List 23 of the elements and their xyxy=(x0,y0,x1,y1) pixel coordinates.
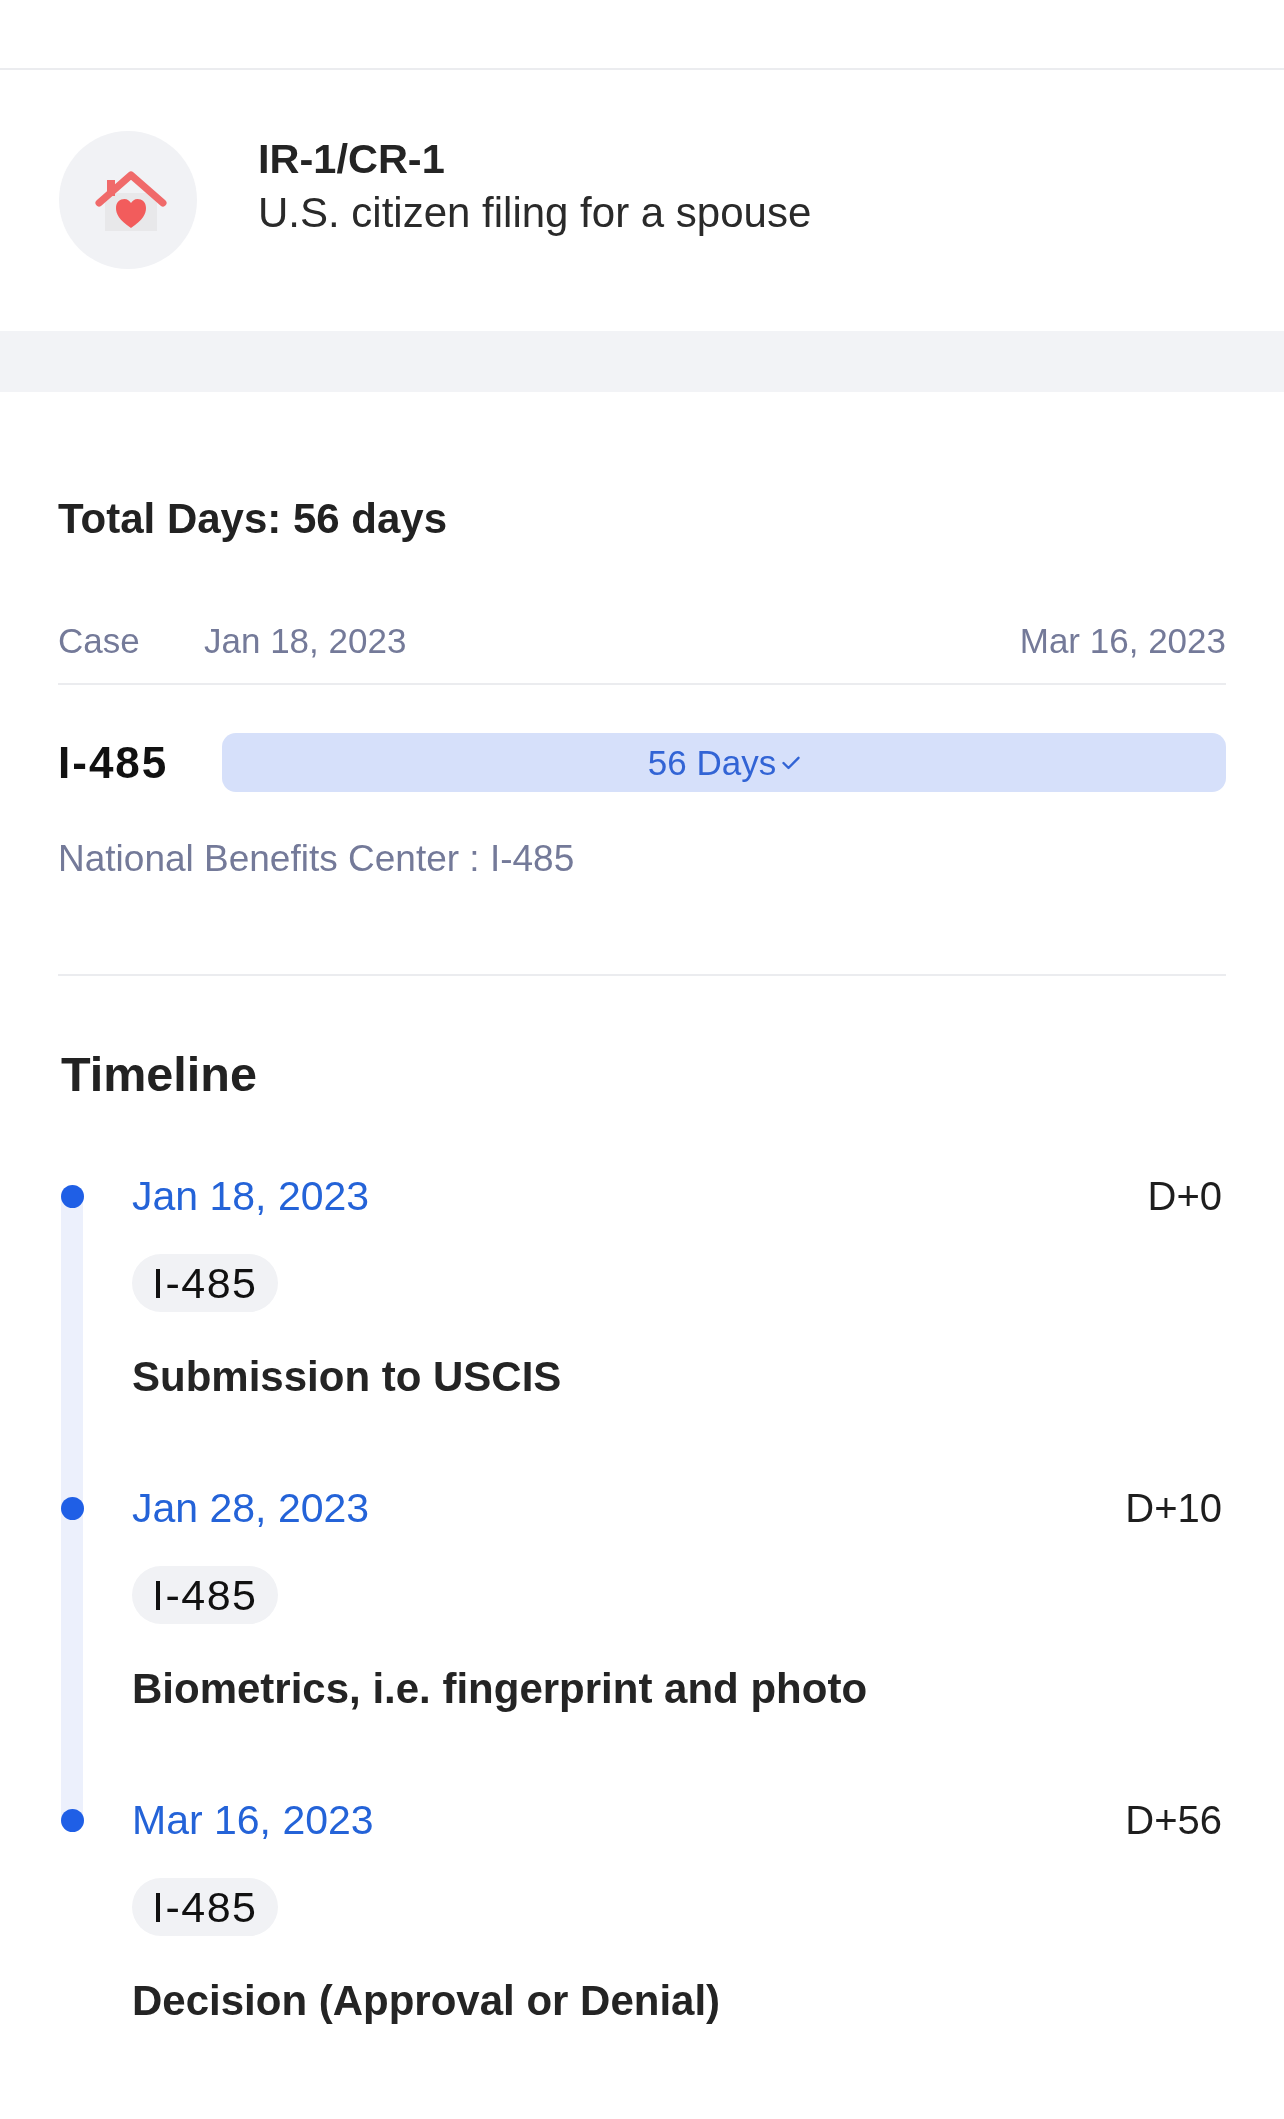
end-date: Mar 16, 2023 xyxy=(1019,620,1226,662)
event-title: Biometrics, i.e. fingerprint and photo xyxy=(132,1665,868,1713)
day-offset: D+10 xyxy=(1125,1485,1222,1532)
form-tag: I-485 xyxy=(132,1566,278,1624)
event-date: Mar 16, 2023 xyxy=(132,1796,374,1845)
event-title: Submission to USCIS xyxy=(132,1353,562,1401)
total-days-label: Total Days: 56 days xyxy=(58,494,448,544)
event-date: Jan 18, 2023 xyxy=(132,1172,370,1221)
visa-category-description: U.S. citizen filing for a spouse xyxy=(258,188,812,238)
event-date: Jan 28, 2023 xyxy=(132,1484,370,1533)
case-axis-label: Case xyxy=(58,620,140,662)
event-title: Decision (Approval or Denial) xyxy=(132,1977,721,2025)
day-offset: D+56 xyxy=(1125,1797,1222,1844)
day-offset: D+0 xyxy=(1147,1173,1222,1220)
visa-category-title: IR-1/CR-1 xyxy=(258,134,445,184)
processing-center-note: National Benefits Center : I-485 xyxy=(58,837,575,881)
form-label: I-485 xyxy=(58,736,169,789)
timeline-dot xyxy=(60,1184,84,1208)
timeline-heading: Timeline xyxy=(61,1046,257,1102)
duration-text: 56 Days xyxy=(647,741,777,784)
form-tag: I-485 xyxy=(132,1254,278,1312)
start-date: Jan 18, 2023 xyxy=(204,620,407,662)
form-tag: I-485 xyxy=(132,1878,278,1936)
